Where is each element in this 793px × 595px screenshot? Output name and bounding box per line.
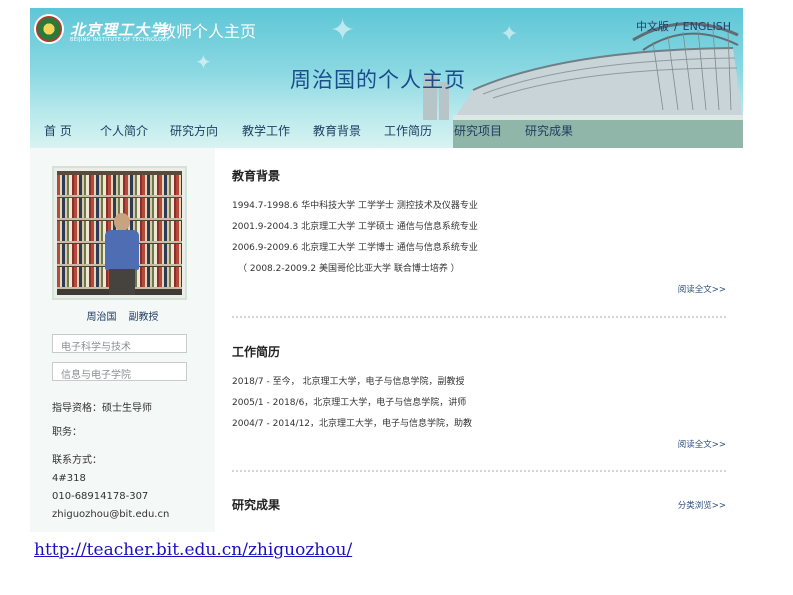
teacher-name-line: 周治国 副教授 [30,308,215,323]
university-name-en: BEIJING INSTITUTE OF TECHNOLOGY [70,37,170,43]
nav-work-history[interactable]: 工作简历 [384,122,432,139]
work-history-title: 工作简历 [232,345,281,359]
work-read-more-link[interactable]: 阅读全文>> [678,438,726,450]
nav-research-results[interactable]: 研究成果 [525,122,573,139]
profile-photo-frame [52,166,187,300]
education-row: 2006.9-2009.6 北京理工大学 工学博士 通信与信息系统专业 [232,243,478,253]
teacher-rank: 副教授 [128,312,159,323]
advisor-qualification: 指导资格：硕士生导师 [52,403,152,414]
teacher-name: 周治国 [86,312,117,323]
nav-research-direction[interactable]: 研究方向 [170,122,218,139]
lang-english-link[interactable]: ENGLISH [683,20,731,33]
office-address: 4#318 [52,473,86,484]
work-history-row: 2005/1 - 2018/6，北京理工大学，电子与信息学院，讲师 [232,398,467,408]
research-browse-link[interactable]: 分类浏览>> [678,499,726,511]
teacher-homepage: ✦ ✦ ✦ ✦ 北京理工大学 BEIJING INSTITUTE OF [30,8,743,532]
contact-label: 联系方式： [52,455,102,466]
work-history-row: 2018/7 - 至今， 北京理工大学，电子与信息学院，副教授 [232,377,465,387]
education-title: 教育背景 [232,169,281,183]
university-logo[interactable] [34,14,64,44]
nav-education[interactable]: 教育背景 [313,122,361,139]
section-divider [232,316,726,318]
lang-chinese-link[interactable]: 中文版 [636,20,669,33]
research-results-title: 研究成果 [232,498,281,512]
education-row: 1994.7-1998.6 华中科技大学 工学学士 测控技术及仪器专业 [232,201,478,211]
person-figure [105,213,139,295]
main-content: 教育背景 1994.7-1998.6 华中科技大学 工学学士 测控技术及仪器专业… [232,148,726,532]
decorative-star-icon: ✦ [330,13,356,48]
discipline-tag[interactable]: 电子科学与技术 [52,334,187,353]
work-history-row: 2004/7 - 2014/12，北京理工大学，电子与信息学院，助教 [232,419,473,429]
profile-photo [57,171,182,295]
lang-separator: / [673,20,678,33]
nav-research-projects[interactable]: 研究项目 [454,122,502,139]
phone-number: 010-68914178-307 [52,491,149,502]
nav-profile[interactable]: 个人简介 [100,122,148,139]
education-row: （ 2008.2-2009.2 美国哥伦比亚大学 联合博士培养 ） [238,264,460,274]
decorative-star-icon: ✦ [195,50,212,74]
nav-home[interactable]: 首 页 [44,122,72,139]
section-divider [232,470,726,472]
page-heading: 周治国的个人主页 [290,68,466,92]
header-banner: ✦ ✦ ✦ ✦ 北京理工大学 BEIJING INSTITUTE OF [30,8,743,148]
main-nav: 首 页 个人简介 研究方向 教学工作 教育背景 工作简历 研究项目 研究成果 [30,116,743,144]
email-address[interactable]: zhiguozhou@bit.edu.cn [52,507,169,522]
nav-teaching[interactable]: 教学工作 [242,122,290,139]
education-read-more-link[interactable]: 阅读全文>> [678,283,726,295]
profile-sidebar: 周治国 副教授 电子科学与技术 信息与电子学院 指导资格：硕士生导师 职务： 联系… [30,148,215,532]
language-switcher: 中文版 / ENGLISH [636,18,731,34]
site-title: 教师个人主页 [160,22,257,41]
school-tag[interactable]: 信息与电子学院 [52,362,187,381]
education-row: 2001.9-2004.3 北京理工大学 工学硕士 通信与信息系统专业 [232,222,478,232]
homepage-url-link[interactable]: http://teacher.bit.edu.cn/zhiguozhou/ [34,540,352,560]
duty-label: 职务： [52,427,82,438]
